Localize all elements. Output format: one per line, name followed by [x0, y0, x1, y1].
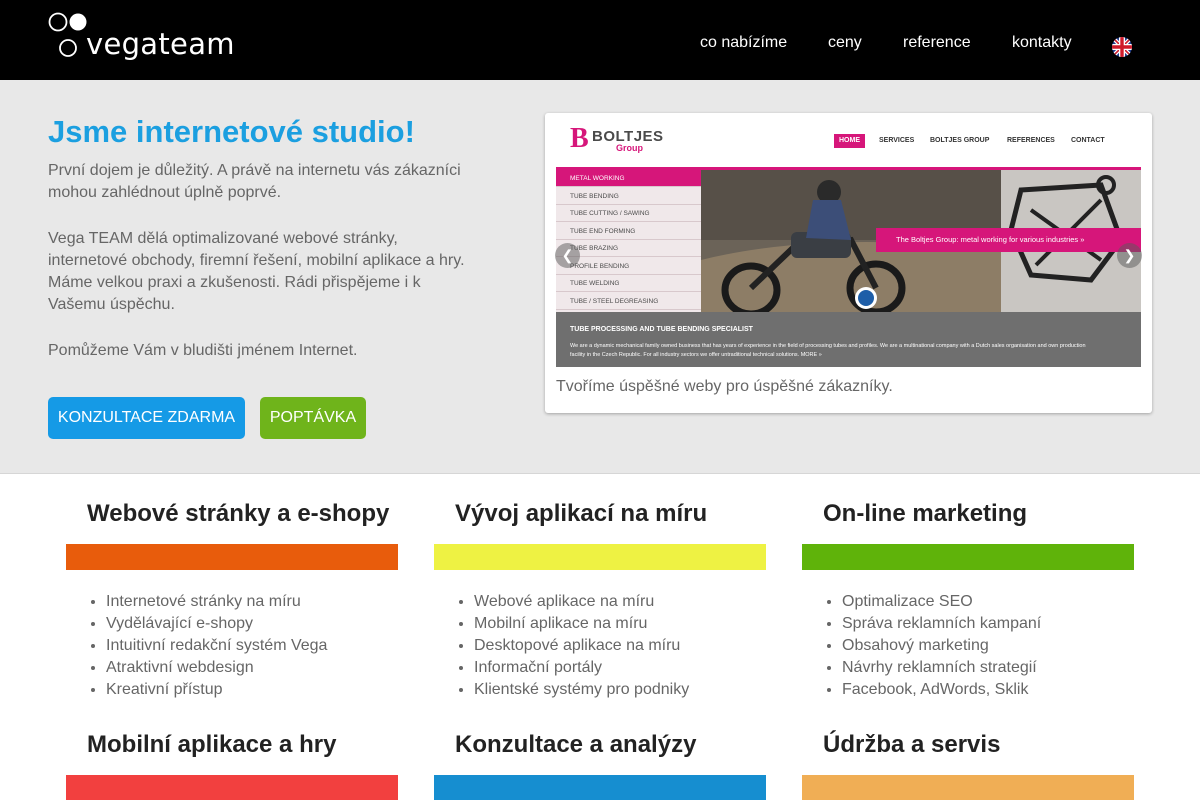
reference-slider: B BOLTJES Group HOME SERVICES BOLTJES GR…	[545, 113, 1152, 413]
hero-paragraph-3: Pomůžeme Vám v bludišti jménem Internet.	[48, 342, 358, 359]
service-list: Internetové stránky na míru Vydělávající…	[106, 591, 327, 701]
hero-paragraph-1: První dojem je důležitý. A právě na inte…	[48, 162, 461, 201]
slider-caption: Tvoříme úspěšné weby pro úspěšné zákazní…	[556, 378, 893, 395]
slide-screenshot[interactable]: B BOLTJES Group HOME SERVICES BOLTJES GR…	[556, 120, 1141, 367]
mini-banner: The Boltjes Group: metal working for var…	[876, 228, 1141, 252]
service-title: Konzultace a analýzy	[455, 731, 697, 758]
list-item: Facebook, AdWords, Sklik	[842, 679, 1041, 701]
service-color-bar	[802, 775, 1134, 800]
mini-menu-item: TUBE WELDING	[556, 275, 701, 292]
service-color-bar	[66, 544, 398, 570]
service-list: Webové aplikace na míru Mobilní aplikace…	[474, 591, 689, 701]
mini-footer-text: We are a dynamic mechanical family owned…	[570, 343, 1086, 358]
hero-section: Jsme internetové studio! První dojem je …	[0, 80, 1200, 474]
mini-side-menu: METAL WORKING TUBE BENDING TUBE CUTTING …	[556, 170, 701, 312]
service-color-bar	[434, 775, 766, 800]
list-item: Vydělávající e-shopy	[106, 613, 327, 635]
list-item: Kreativní přístup	[106, 679, 327, 701]
mini-nav-home: HOME	[834, 134, 865, 148]
boltjes-logo-letter: B	[570, 123, 589, 154]
hero-title: Jsme internetové studio!	[48, 114, 415, 149]
service-list: Optimalizace SEO Správa reklamních kampa…	[842, 591, 1041, 701]
service-title: Vývoj aplikací na míru	[455, 500, 708, 527]
service-title: On-line marketing	[823, 500, 1028, 527]
list-item: Desktopové aplikace na míru	[474, 635, 689, 657]
list-item: Webové aplikace na míru	[474, 591, 689, 613]
service-title: Údržba a servis	[823, 731, 1001, 758]
nav-item-ceny[interactable]: ceny	[828, 34, 862, 52]
list-item: Intuitivní redakční systém Vega	[106, 635, 327, 657]
list-item: Internetové stránky na míru	[106, 591, 327, 613]
mini-nav-contact: CONTACT	[1071, 137, 1105, 144]
mini-menu-item: TUBE CUTTING / SAWING	[556, 205, 701, 222]
mini-menu-item: TUBE / STEEL DEGREASING	[556, 293, 701, 310]
mini-footer-title: TUBE PROCESSING AND TUBE BENDING SPECIAL…	[570, 326, 753, 333]
list-item: Správa reklamních kampaní	[842, 613, 1041, 635]
boltjes-logo-sub: Group	[616, 143, 643, 153]
chevron-right-icon[interactable]: ❯	[1117, 243, 1142, 268]
nav-item-co-nabizime[interactable]: co nabízíme	[700, 34, 787, 52]
nav-item-reference[interactable]: reference	[903, 34, 971, 52]
hero-paragraph-2: Vega TEAM dělá optimalizované webové str…	[48, 230, 465, 313]
boltjes-logo: B BOLTJES Group	[570, 123, 680, 157]
main-nav: co nabízíme ceny reference kontakty	[0, 34, 1200, 54]
list-item: Obsahový marketing	[842, 635, 1041, 657]
inquiry-button[interactable]: POPTÁVKA	[260, 397, 366, 439]
consultation-button[interactable]: KONZULTACE ZDARMA	[48, 397, 245, 439]
list-item: Informační portály	[474, 657, 689, 679]
mini-footer: TUBE PROCESSING AND TUBE BENDING SPECIAL…	[556, 312, 1141, 367]
site-header: vegateam co nabízíme ceny reference kont…	[0, 0, 1200, 80]
mini-nav-boltjes-group: BOLTJES GROUP	[930, 137, 990, 144]
list-item: Návrhy reklamních strategií	[842, 657, 1041, 679]
mini-menu-item: METAL WORKING	[556, 170, 701, 187]
list-item: Mobilní aplikace na míru	[474, 613, 689, 635]
service-color-bar	[802, 544, 1134, 570]
service-color-bar	[434, 544, 766, 570]
nav-item-kontakty[interactable]: kontakty	[1012, 34, 1072, 52]
list-item: Optimalizace SEO	[842, 591, 1041, 613]
uk-flag-icon[interactable]	[1112, 37, 1132, 57]
mini-menu-item: TUBE BENDING	[556, 188, 701, 205]
service-title: Mobilní aplikace a hry	[87, 731, 337, 758]
service-title: Webové stránky a e-shopy	[87, 500, 390, 527]
list-item: Klientské systémy pro podniky	[474, 679, 689, 701]
service-color-bar	[66, 775, 398, 800]
mini-nav-services: SERVICES	[879, 137, 915, 144]
chevron-left-icon[interactable]: ❮	[555, 243, 580, 268]
mini-nav-references: REFERENCES	[1007, 137, 1055, 144]
mini-menu-item: TUBE END FORMING	[556, 223, 701, 240]
list-item: Atraktivní webdesign	[106, 657, 327, 679]
